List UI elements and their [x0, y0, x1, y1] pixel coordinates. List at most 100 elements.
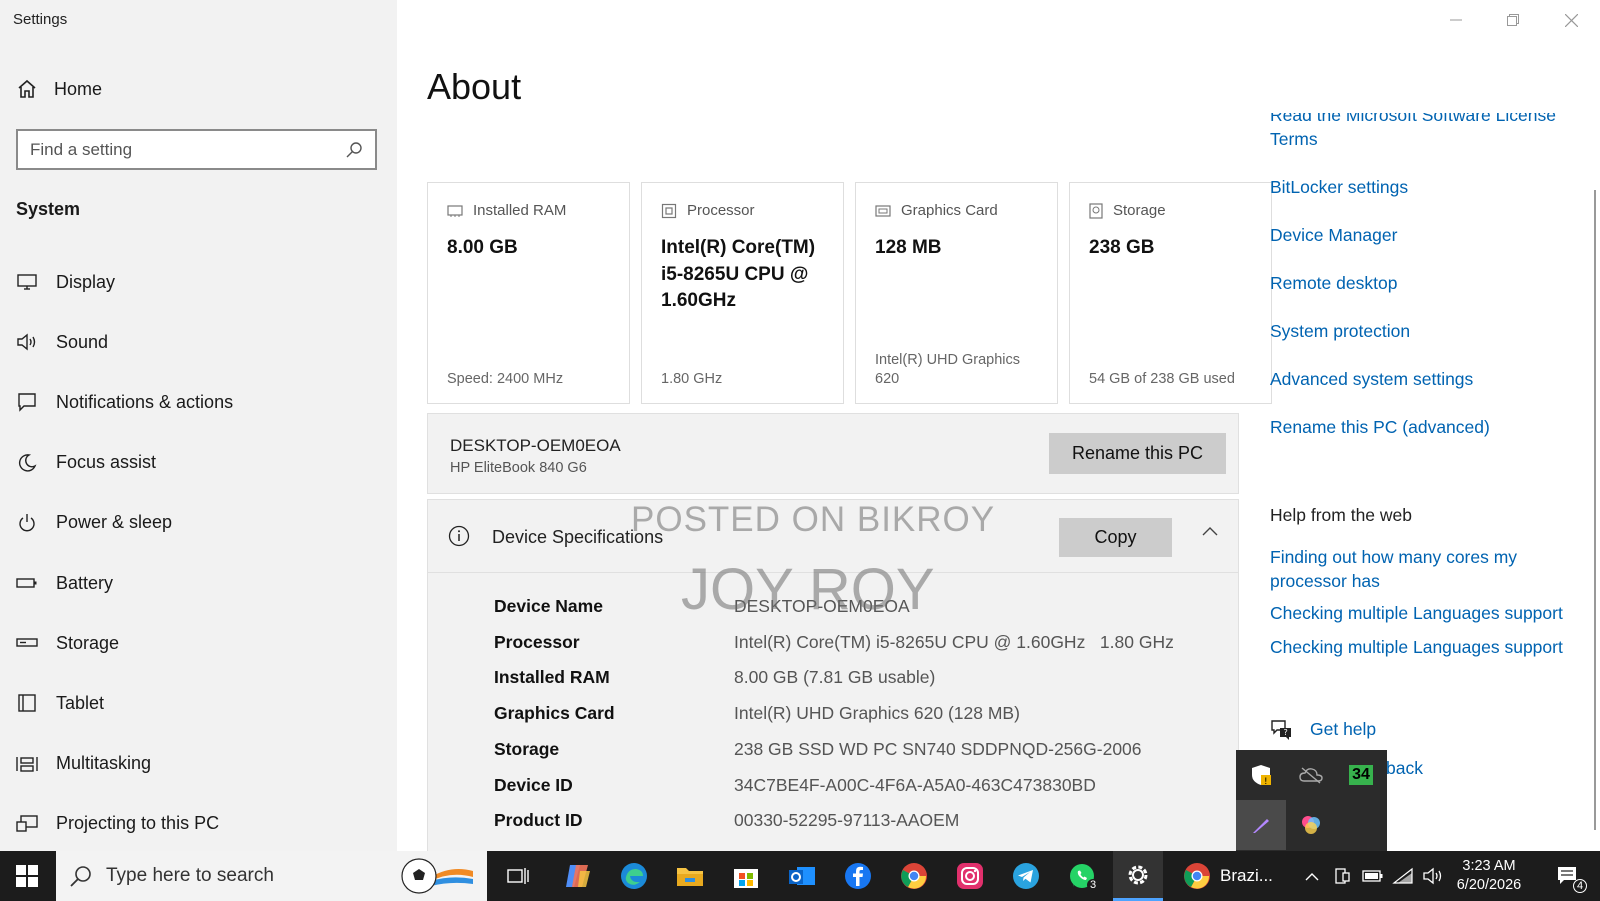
sidebar-item-storage[interactable]: Storage	[0, 613, 397, 673]
network-tray-icon[interactable]	[1390, 851, 1416, 901]
pen-tray-icon[interactable]	[1236, 800, 1286, 850]
spec-row-device-id: Device ID 34C7BE4F-A00C-4F6A-A5A0-463C473…	[494, 775, 1096, 796]
help-link-languages-2[interactable]: Checking multiple Languages support	[1270, 636, 1563, 660]
bitlocker-settings-link[interactable]: BitLocker settings	[1270, 176, 1408, 200]
spec-key: Device Name	[494, 596, 603, 616]
sidebar-item-notifications[interactable]: Notifications & actions	[0, 372, 397, 432]
get-help-text[interactable]: Get help	[1310, 718, 1376, 742]
spec-cards: Installed RAM 8.00 GB Speed: 2400 MHz Pr…	[427, 182, 1272, 404]
sidebar-item-label: Notifications & actions	[56, 391, 234, 412]
facebook-taskbar-button[interactable]	[833, 851, 883, 901]
spec-key: Processor	[494, 632, 580, 652]
system-protection-link[interactable]: System protection	[1270, 320, 1410, 344]
instagram-icon	[957, 863, 983, 889]
help-link-cores[interactable]: Finding out how many cores my processor …	[1270, 546, 1570, 593]
facebook-icon	[845, 863, 871, 889]
counter-tray-icon[interactable]: 34	[1336, 750, 1386, 800]
action-center-button[interactable]: 4	[1548, 851, 1588, 901]
microsoft-store-icon	[734, 869, 758, 888]
spec-row-product-id: Product ID 00330-52295-97113-AAOEM	[494, 810, 959, 831]
color-app-tray-icon[interactable]	[1286, 800, 1336, 850]
sidebar-item-focus-assist[interactable]: Focus assist	[0, 433, 397, 493]
give-feedback-link-partial[interactable]: back	[1386, 757, 1423, 781]
meet-now-tray-icon[interactable]	[1330, 851, 1354, 901]
license-terms-link-line2[interactable]: Terms	[1270, 128, 1318, 152]
license-terms-link-partial[interactable]: Read the Microsoft Software License	[1270, 113, 1556, 128]
battery-icon	[1362, 870, 1383, 882]
display-icon	[16, 271, 38, 293]
spec-value: Intel(R) Core(TM) i5-8265U CPU @ 1.60GHz…	[734, 632, 1174, 652]
store-taskbar-button[interactable]	[721, 851, 771, 901]
chrome-profile-taskbar-button[interactable]	[1172, 851, 1222, 901]
whatsapp-taskbar-button[interactable]: 3	[1057, 851, 1107, 901]
copy-button[interactable]: Copy	[1059, 518, 1172, 557]
spec-key: Graphics Card	[494, 703, 615, 723]
card-processor: Processor Intel(R) Core(TM) i5-8265U CPU…	[641, 182, 844, 404]
taskbar-search-box[interactable]: Type here to search	[56, 851, 487, 901]
spec-row-storage: Storage 238 GB SSD WD PC SN740 SDDPNQD-25…	[494, 739, 1142, 760]
restore-icon	[1507, 14, 1519, 26]
sidebar-item-battery[interactable]: Battery	[0, 553, 397, 613]
copilot-taskbar-button[interactable]	[553, 851, 603, 901]
wifi-icon	[1392, 867, 1413, 884]
rename-pc-advanced-link[interactable]: Rename this PC (advanced)	[1270, 416, 1490, 440]
search-input[interactable]	[30, 139, 345, 160]
outlook-taskbar-button[interactable]	[777, 851, 827, 901]
battery-tray-icon[interactable]	[1360, 851, 1386, 901]
taskbar-clock[interactable]: 3:23 AM 6/20/2026	[1448, 857, 1530, 895]
security-tray-icon[interactable]: !	[1236, 750, 1286, 800]
search-icon[interactable]	[345, 141, 363, 159]
card-subtext: Speed: 2400 MHz	[447, 371, 564, 388]
onedrive-tray-icon[interactable]	[1286, 750, 1336, 800]
whatsapp-badge: 3	[1087, 879, 1100, 891]
storage-drive-icon	[1089, 202, 1103, 219]
taskbar-search-placeholder: Type here to search	[106, 865, 274, 886]
edge-taskbar-button[interactable]	[609, 851, 659, 901]
home-nav-item[interactable]: Home	[16, 78, 102, 100]
gear-icon	[1128, 865, 1148, 884]
chevron-up-icon[interactable]	[1202, 526, 1218, 536]
sidebar-item-multitasking[interactable]: Multitasking	[0, 734, 397, 794]
settings-taskbar-button[interactable]	[1113, 851, 1163, 901]
clock-time: 3:23 AM	[1462, 858, 1516, 874]
license-terms-link-text-2[interactable]: Terms	[1270, 128, 1318, 152]
sidebar: Settings Home System Display Sound Notif…	[0, 0, 397, 851]
color-palette-icon	[1302, 816, 1320, 834]
find-setting-search[interactable]	[16, 129, 377, 170]
show-hidden-icons-button[interactable]	[1300, 851, 1324, 901]
device-manager-link[interactable]: Device Manager	[1270, 224, 1397, 248]
card-subtext: 1.80 GHz	[661, 371, 723, 388]
minimize-button[interactable]	[1433, 6, 1479, 34]
start-button[interactable]	[0, 851, 54, 901]
sidebar-item-display[interactable]: Display	[0, 252, 397, 312]
close-button[interactable]	[1548, 6, 1594, 34]
file-explorer-taskbar-button[interactable]	[665, 851, 715, 901]
minimize-icon	[1450, 19, 1462, 21]
sidebar-item-power-sleep[interactable]: Power & sleep	[0, 493, 397, 553]
advanced-system-settings-link[interactable]: Advanced system settings	[1270, 368, 1473, 392]
restore-button[interactable]	[1490, 6, 1536, 34]
task-view-button[interactable]	[493, 851, 543, 901]
chrome-window-label[interactable]: Brazi...	[1220, 866, 1273, 886]
card-heading: Processor	[687, 202, 755, 219]
remote-desktop-link[interactable]: Remote desktop	[1270, 272, 1397, 296]
sidebar-item-projecting[interactable]: Projecting to this PC	[0, 794, 397, 854]
sidebar-item-tablet[interactable]: Tablet	[0, 673, 397, 733]
telegram-taskbar-button[interactable]	[1001, 851, 1051, 901]
rename-pc-button[interactable]: Rename this PC	[1049, 433, 1226, 474]
chrome-taskbar-button[interactable]	[889, 851, 939, 901]
chrome-icon	[901, 863, 927, 889]
sidebar-item-sound[interactable]: Sound	[0, 312, 397, 372]
scrollbar[interactable]	[1594, 190, 1596, 830]
info-icon	[448, 525, 470, 547]
sidebar-item-label: Display	[56, 271, 116, 292]
card-value: Intel(R) Core(TM) i5-8265U CPU @ 1.60GHz	[661, 237, 816, 312]
get-help-link[interactable]: ? Get help	[1270, 718, 1376, 742]
help-link-languages-1[interactable]: Checking multiple Languages support	[1270, 602, 1563, 626]
instagram-taskbar-button[interactable]	[945, 851, 995, 901]
device-specifications-header[interactable]: Device Specifications Copy	[428, 500, 1238, 573]
license-terms-link-text[interactable]: Read the Microsoft Software License	[1270, 113, 1556, 128]
tablet-icon	[16, 692, 38, 714]
card-subtext: 54 GB of 238 GB used	[1089, 371, 1235, 388]
volume-tray-icon[interactable]	[1420, 851, 1446, 901]
